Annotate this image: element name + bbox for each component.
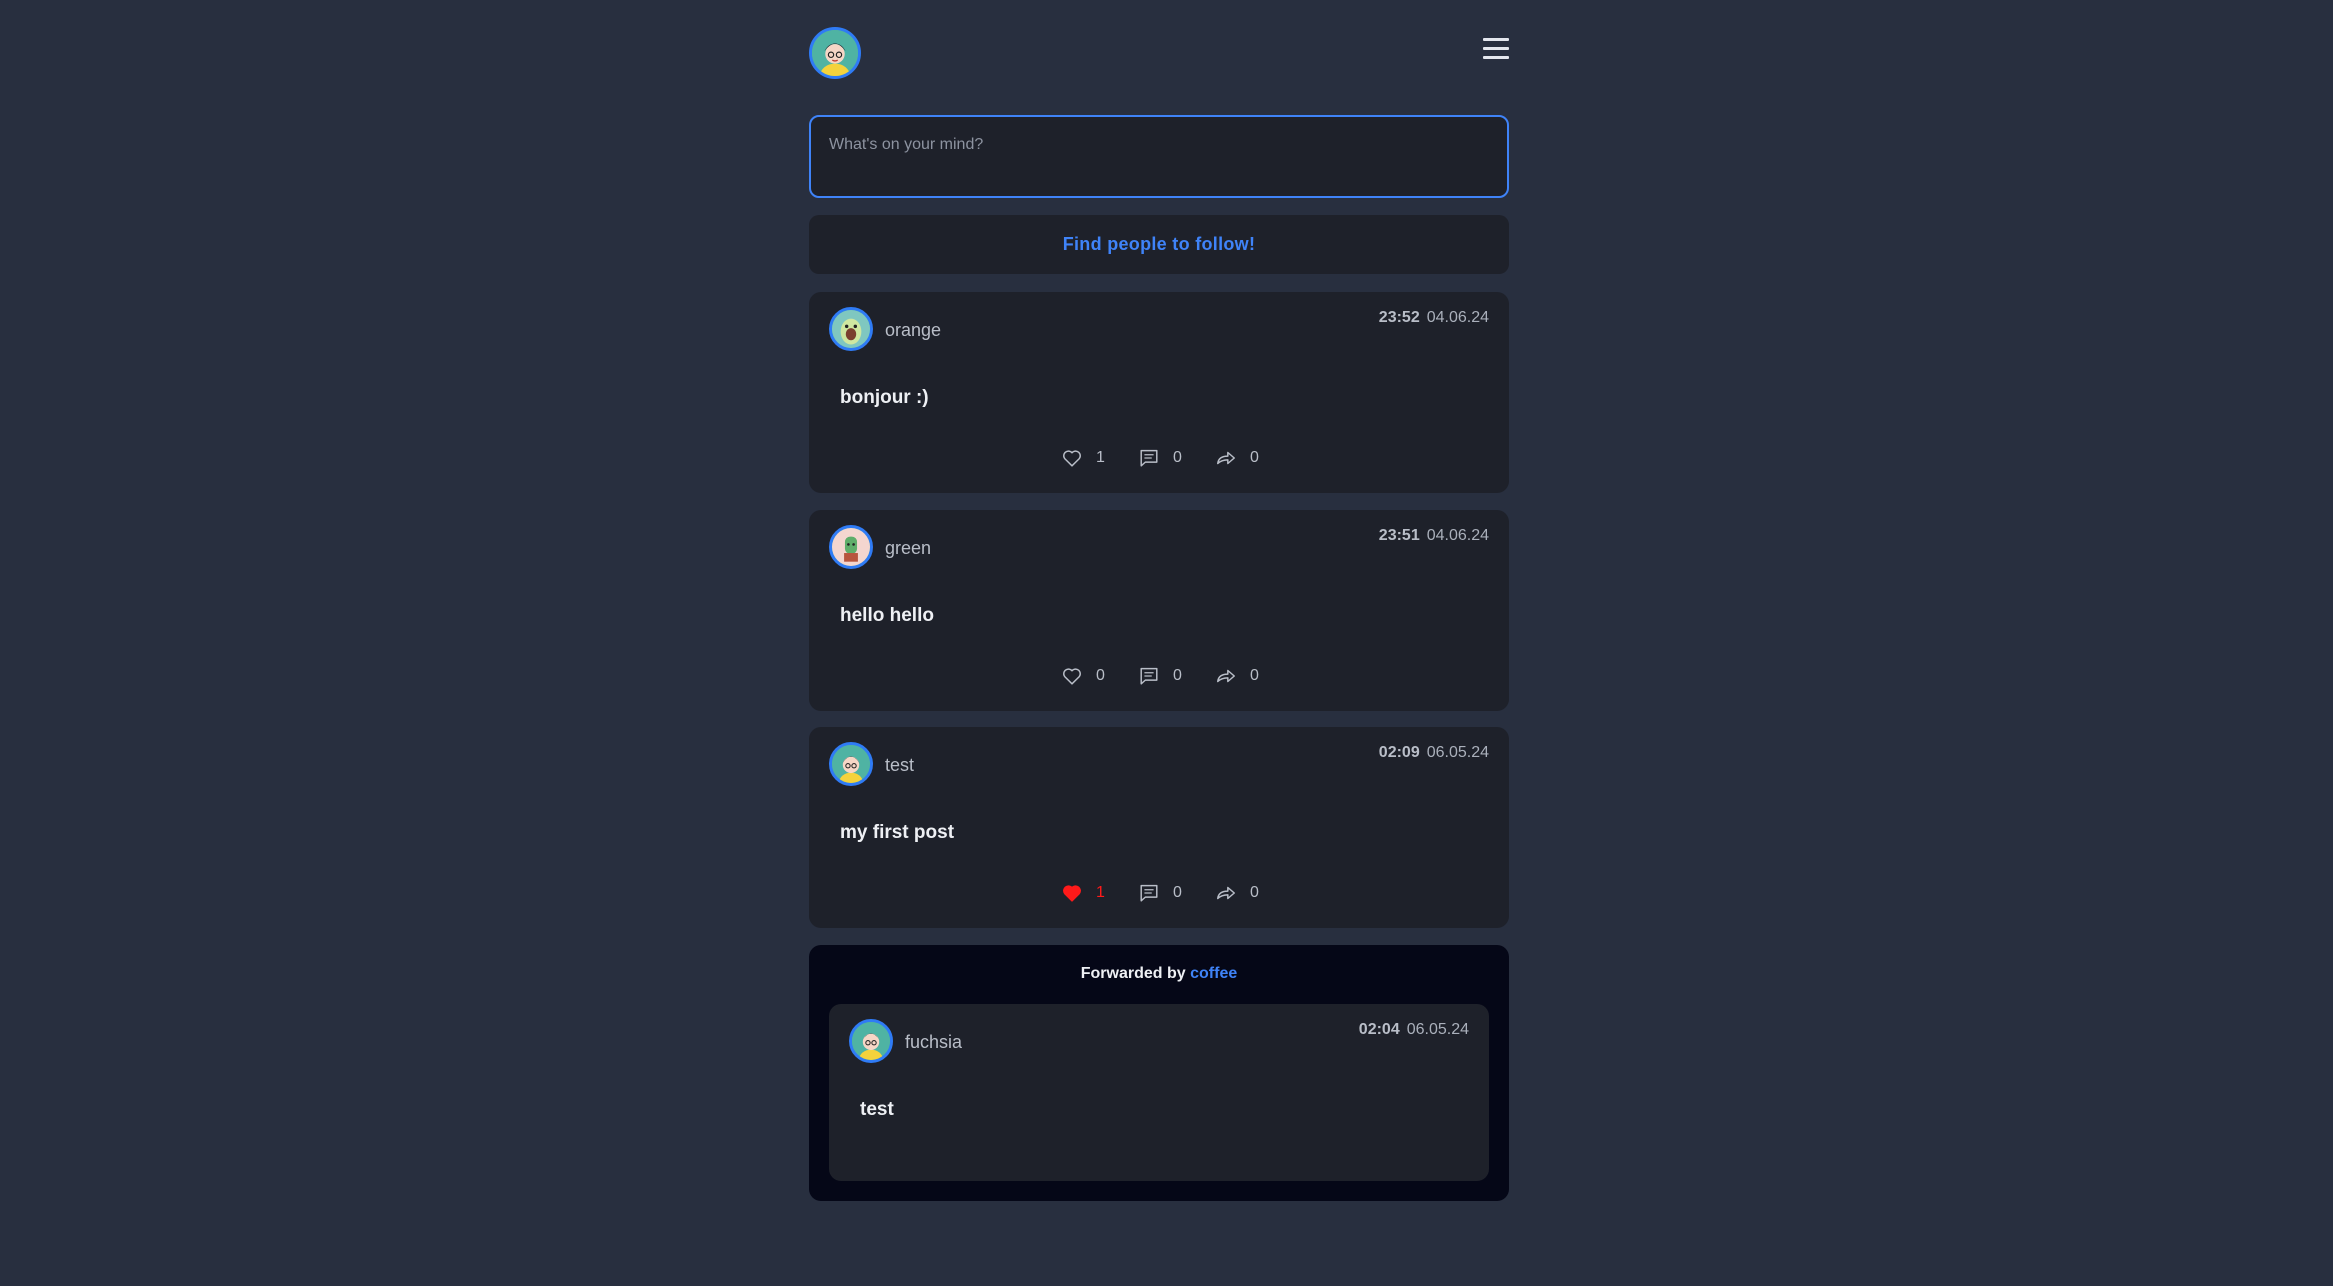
hamburger-icon[interactable] bbox=[1483, 38, 1509, 66]
forwarded-inner-post: fuchsia 02:04 06.05.24 test bbox=[829, 1004, 1489, 1181]
post-time: 23:51 bbox=[1378, 527, 1420, 544]
post-text: my first post bbox=[840, 822, 955, 843]
post-composer-input[interactable] bbox=[809, 115, 1509, 198]
forwarded-header: Forwarded by coffee bbox=[809, 965, 1509, 983]
like-count: 0 bbox=[1096, 667, 1105, 684]
post-date: 04.06.24 bbox=[1426, 527, 1489, 544]
forwarded-prefix: Forwarded by bbox=[1080, 965, 1186, 982]
avatar[interactable] bbox=[829, 742, 873, 786]
post-actions: 1 0 0 bbox=[809, 447, 1509, 471]
post-actions: 0 0 0 bbox=[809, 665, 1509, 689]
comment-icon bbox=[1140, 667, 1158, 685]
comment-count: 0 bbox=[1173, 884, 1182, 901]
post-date: 04.06.24 bbox=[1426, 309, 1489, 326]
like-button[interactable]: 1 bbox=[1061, 447, 1105, 469]
heart-icon bbox=[1063, 668, 1081, 685]
post-time: 23:52 bbox=[1378, 309, 1420, 326]
find-people-link[interactable]: Find people to follow! bbox=[1063, 234, 1256, 255]
forward-count: 0 bbox=[1250, 667, 1259, 684]
post-date: 06.05.24 bbox=[1426, 744, 1489, 761]
like-button[interactable]: 0 bbox=[1061, 665, 1105, 687]
like-count: 1 bbox=[1096, 884, 1105, 901]
post-card: green 23:51 04.06.24 hello hello 0 0 0 bbox=[809, 510, 1509, 711]
username[interactable]: fuchsia bbox=[905, 1032, 962, 1053]
forward-icon bbox=[1217, 451, 1235, 465]
avatar[interactable] bbox=[829, 307, 873, 351]
forward-button[interactable]: 0 bbox=[1215, 447, 1259, 469]
like-count: 1 bbox=[1096, 449, 1105, 466]
comment-button[interactable]: 0 bbox=[1138, 665, 1182, 687]
comment-icon bbox=[1140, 884, 1158, 902]
avatar[interactable] bbox=[849, 1019, 893, 1063]
forwarded-by-user-link[interactable]: coffee bbox=[1190, 965, 1237, 982]
post-time: 02:04 bbox=[1358, 1021, 1400, 1038]
heart-filled-icon bbox=[1063, 885, 1081, 902]
avatar[interactable] bbox=[829, 525, 873, 569]
post-text: hello hello bbox=[840, 605, 934, 626]
username[interactable]: orange bbox=[885, 320, 941, 341]
comment-button[interactable]: 0 bbox=[1138, 882, 1182, 904]
forwarded-post-card: Forwarded by coffee fuchsia 02:04 06.05.2… bbox=[809, 945, 1509, 1201]
post-timestamp: 02:04 06.05.24 bbox=[1359, 1021, 1469, 1039]
top-bar bbox=[809, 0, 1509, 110]
forward-icon bbox=[1217, 669, 1235, 683]
comment-button[interactable]: 0 bbox=[1138, 447, 1182, 469]
forward-button[interactable]: 0 bbox=[1215, 665, 1259, 687]
forward-count: 0 bbox=[1250, 449, 1259, 466]
forward-count: 0 bbox=[1250, 884, 1259, 901]
comment-icon bbox=[1140, 449, 1158, 467]
username[interactable]: test bbox=[885, 755, 914, 776]
comment-count: 0 bbox=[1173, 449, 1182, 466]
post-time: 02:09 bbox=[1378, 744, 1420, 761]
post-timestamp: 23:51 04.06.24 bbox=[1379, 527, 1489, 545]
username[interactable]: green bbox=[885, 538, 931, 559]
profile-avatar[interactable] bbox=[809, 27, 861, 79]
post-card: orange 23:52 04.06.24 bonjour :) 1 0 0 bbox=[809, 292, 1509, 493]
like-button[interactable]: 1 bbox=[1061, 882, 1105, 904]
feed-column: Find people to follow! orange 23:52 04.06… bbox=[809, 0, 1509, 1201]
post-text: bonjour :) bbox=[840, 387, 929, 408]
post-card: test 02:09 06.05.24 my first post 1 0 0 bbox=[809, 727, 1509, 928]
find-people-card: Find people to follow! bbox=[809, 215, 1509, 274]
post-date: 06.05.24 bbox=[1406, 1021, 1469, 1038]
post-timestamp: 02:09 06.05.24 bbox=[1379, 744, 1489, 762]
post-text: test bbox=[860, 1099, 894, 1120]
post-timestamp: 23:52 04.06.24 bbox=[1379, 309, 1489, 327]
forward-icon bbox=[1217, 886, 1235, 900]
heart-icon bbox=[1063, 450, 1081, 467]
post-actions: 1 0 0 bbox=[809, 882, 1509, 906]
forward-button[interactable]: 0 bbox=[1215, 882, 1259, 904]
comment-count: 0 bbox=[1173, 667, 1182, 684]
